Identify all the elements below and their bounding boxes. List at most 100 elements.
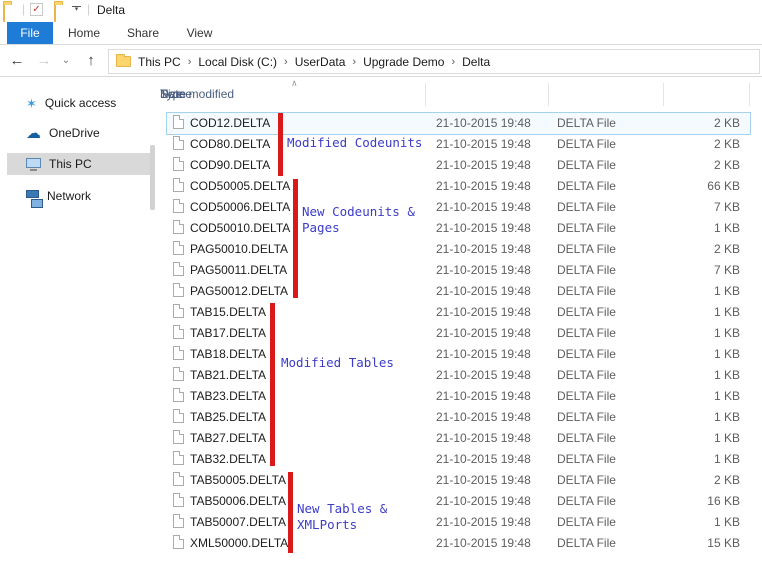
sort-ascending-icon: ∧ [291,78,298,89]
computer-icon [26,158,41,168]
file-type: DELTA File [557,305,616,319]
file-size: 7 KB [640,200,740,214]
file-date-modified: 21-10-2015 19:48 [436,326,531,340]
file-row[interactable]: TAB23.DELTA21-10-2015 19:48DELTA File1 K… [160,385,762,406]
breadcrumb-item[interactable]: Delta [455,55,497,69]
file-icon [173,304,184,318]
file-date-modified: 21-10-2015 19:48 [436,263,531,277]
file-date-modified: 21-10-2015 19:48 [436,473,531,487]
file-icon [173,283,184,297]
file-date-modified: 21-10-2015 19:48 [436,410,531,424]
file-row[interactable]: COD50006.DELTA21-10-2015 19:48DELTA File… [160,196,762,217]
file-row[interactable]: TAB17.DELTA21-10-2015 19:48DELTA File1 K… [160,322,762,343]
network-icon [26,190,39,198]
breadcrumb-item[interactable]: This PC [131,55,188,69]
file-icon [173,115,184,129]
breadcrumb-item[interactable]: Local Disk (C:) [191,55,284,69]
file-row[interactable]: TAB50005.DELTA21-10-2015 19:48DELTA File… [160,469,762,490]
properties-check-icon[interactable]: ✓ [30,3,43,16]
file-name: TAB50007.DELTA [190,515,286,529]
file-row[interactable]: TAB25.DELTA21-10-2015 19:48DELTA File1 K… [160,406,762,427]
file-icon [173,493,184,507]
file-date-modified: 21-10-2015 19:48 [436,347,531,361]
annotation-label: Modified Tables [281,355,394,371]
explorer-window: | ✓ ▾ | Delta FileHomeShareView ← → ⌄ ↑ … [0,0,762,563]
file-row[interactable]: PAG50010.DELTA21-10-2015 19:48DELTA File… [160,238,762,259]
annotation-bar [270,303,275,466]
file-row[interactable]: TAB18.DELTA21-10-2015 19:48DELTA File1 K… [160,343,762,364]
tab-home[interactable]: Home [53,22,115,44]
quick-access-folder-icon[interactable] [54,3,56,22]
file-row[interactable]: PAG50012.DELTA21-10-2015 19:48DELTA File… [160,280,762,301]
toolbar-separator: | [22,2,25,16]
tab-view[interactable]: View [171,22,228,44]
file-icon [173,178,184,192]
breadcrumb-item[interactable]: UserData [288,55,353,69]
back-icon[interactable]: ← [6,46,28,76]
file-date-modified: 21-10-2015 19:48 [436,242,531,256]
file-date-modified: 21-10-2015 19:48 [436,494,531,508]
column-separator [749,83,750,106]
annotation-label: Modified Codeunits [287,135,422,151]
file-type: DELTA File [557,263,616,277]
file-row[interactable]: COD90.DELTA21-10-2015 19:48DELTA File2 K… [160,154,762,175]
up-icon[interactable]: ↑ [80,46,102,76]
recent-locations-chevron-icon[interactable]: ⌄ [58,46,74,76]
file-type: DELTA File [557,158,616,172]
file-name: TAB15.DELTA [190,305,266,319]
file-size: 2 KB [640,116,740,130]
file-row[interactable]: PAG50011.DELTA21-10-2015 19:48DELTA File… [160,259,762,280]
file-pane: ∧ NameDate modifiedTypeSize COD12.DELTA2… [160,77,762,563]
sidebar-item-label: This PC [49,157,92,171]
file-date-modified: 21-10-2015 19:48 [436,200,531,214]
file-row[interactable]: COD50005.DELTA21-10-2015 19:48DELTA File… [160,175,762,196]
file-icon [173,367,184,381]
file-type: DELTA File [557,116,616,130]
column-header-size[interactable]: Size [160,87,183,101]
file-size: 1 KB [640,452,740,466]
file-icon [173,241,184,255]
file-size: 2 KB [640,158,740,172]
file-row[interactable]: TAB50006.DELTA21-10-2015 19:48DELTA File… [160,490,762,511]
file-date-modified: 21-10-2015 19:48 [436,368,531,382]
file-name: TAB25.DELTA [190,410,266,424]
sidebar-scrollbar[interactable] [150,145,155,210]
file-row[interactable]: COD12.DELTA21-10-2015 19:48DELTA File2 K… [160,112,762,133]
file-row[interactable]: COD50010.DELTA21-10-2015 19:48DELTA File… [160,217,762,238]
file-name: TAB32.DELTA [190,452,266,466]
sidebar-item-quick-access[interactable]: ✶Quick access [0,92,150,114]
file-type: DELTA File [557,431,616,445]
file-row[interactable]: TAB15.DELTA21-10-2015 19:48DELTA File1 K… [160,301,762,322]
annotation-label: New Codeunits &Pages [302,204,415,236]
file-icon [173,136,184,150]
annotation-label: New Tables &XMLPorts [297,501,387,533]
file-row[interactable]: TAB27.DELTA21-10-2015 19:48DELTA File1 K… [160,427,762,448]
file-row[interactable]: TAB21.DELTA21-10-2015 19:48DELTA File1 K… [160,364,762,385]
sidebar-item-this-pc[interactable]: This PC [7,153,150,175]
file-icon [173,409,184,423]
sidebar-item-network[interactable]: Network [0,185,150,207]
file-row[interactable]: COD80.DELTA21-10-2015 19:48DELTA File2 K… [160,133,762,154]
customize-toolbar-dropdown-icon[interactable]: ▾ [72,6,81,13]
file-row[interactable]: TAB32.DELTA21-10-2015 19:48DELTA File1 K… [160,448,762,469]
file-type: DELTA File [557,410,616,424]
tab-share[interactable]: Share [115,22,171,44]
file-name: COD50005.DELTA [190,179,290,193]
file-type: DELTA File [557,221,616,235]
file-size: 1 KB [640,221,740,235]
file-row[interactable]: XML50000.DELTA21-10-2015 19:48DELTA File… [160,532,762,553]
file-type: DELTA File [557,389,616,403]
sidebar-item-onedrive[interactable]: ☁OneDrive [0,122,150,144]
window-folder-icon [3,3,5,22]
file-row[interactable]: TAB50007.DELTA21-10-2015 19:48DELTA File… [160,511,762,532]
tab-file[interactable]: File [7,22,53,44]
forward-icon[interactable]: → [33,46,55,76]
file-name: TAB17.DELTA [190,326,266,340]
file-icon [173,199,184,213]
file-date-modified: 21-10-2015 19:48 [436,221,531,235]
file-icon [173,388,184,402]
annotation-bar [288,472,293,553]
address-bar[interactable]: This PC›Local Disk (C:)›UserData›Upgrade… [108,49,760,74]
ribbon-tabs: FileHomeShareView [0,22,762,45]
breadcrumb-item[interactable]: Upgrade Demo [356,55,451,69]
